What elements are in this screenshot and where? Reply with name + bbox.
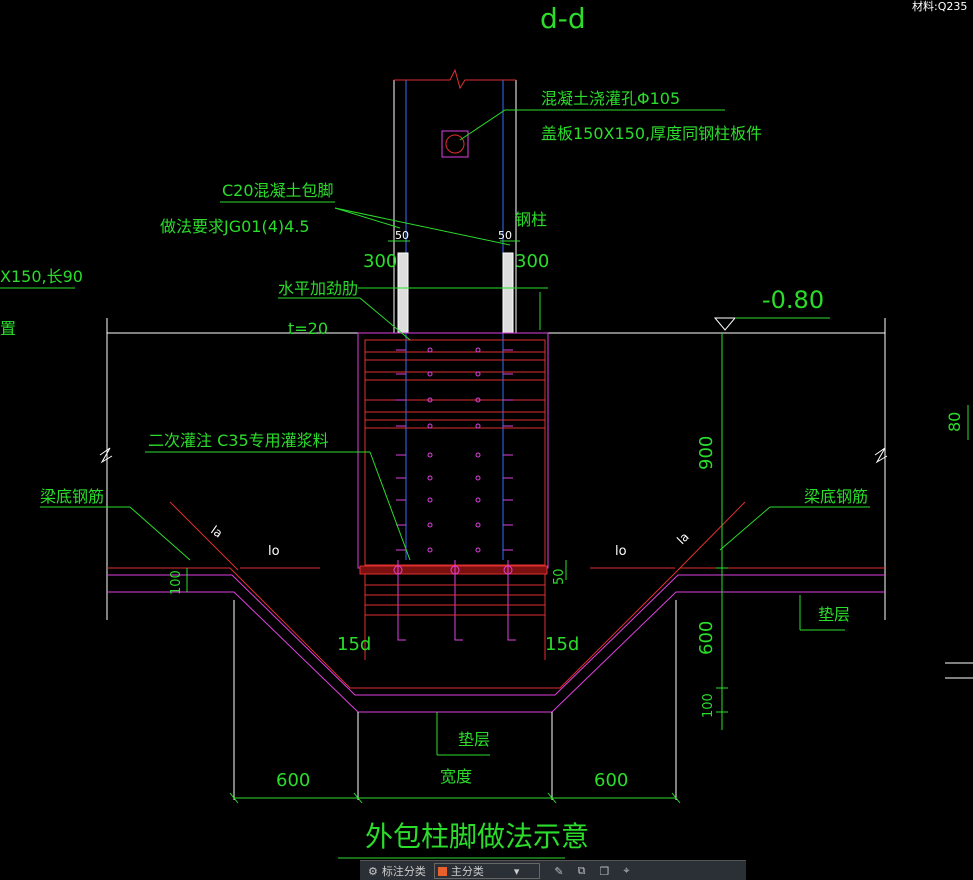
la-right-label: la	[674, 530, 691, 547]
steel-column-label: 钢柱	[515, 210, 547, 229]
edit-icon[interactable]: ✎	[554, 865, 563, 878]
elevation-label: -0.80	[762, 286, 824, 314]
section-title: d-d	[540, 2, 586, 35]
dim-300-left: 300	[363, 251, 397, 272]
color-swatch-icon	[437, 866, 447, 876]
cover-plate-label: 盖板150X150,厚度同钢柱板件	[541, 124, 762, 143]
plate-thickness-label: t=20	[288, 319, 328, 338]
dim-80-edge: 80	[945, 412, 964, 432]
anchor-15d-left-label: 15d	[337, 634, 371, 655]
bottom-toolbar: ⚙ 标注分类 主分类 ▾ ✎ ⧉ ❐ ⌖	[360, 860, 746, 880]
dim-600-right: 600	[594, 770, 628, 791]
layer-category-button[interactable]: ⚙ 标注分类	[368, 863, 426, 879]
pour-hole-label: 混凝土浇灌孔Φ105	[541, 89, 680, 108]
dim-900: 900	[696, 436, 717, 470]
beam-rebar-left-label: 梁底钢筋	[40, 487, 104, 506]
cad-canvas[interactable]: d-d 材料:Q235 混凝土浇灌孔Φ105 盖板150X150,厚度同钢柱板件…	[0, 0, 973, 880]
main-category-dropdown[interactable]: 主分类 ▾	[433, 863, 541, 879]
c20-wrap-label: C20混凝土包脚	[222, 181, 334, 200]
layers-icon: ⚙	[368, 864, 378, 878]
horizontal-stiffener-label: 水平加劲肋	[278, 279, 358, 298]
grout-label: 二次灌注 C35专用灌浆料	[148, 431, 329, 450]
cushion-bottom-label: 垫层	[458, 730, 490, 749]
dim-50-right: 50	[498, 229, 512, 242]
practice-requirement-label: 做法要求JG01(4)4.5	[160, 217, 310, 236]
dim-100-left: 100	[169, 570, 184, 595]
footing-section-drawing: d-d 材料:Q235 混凝土浇灌孔Φ105 盖板150X150,厚度同钢柱板件…	[0, 0, 973, 859]
chevron-down-icon: ▾	[513, 864, 520, 878]
material-label: 材料:Q235	[912, 0, 967, 13]
dim-100-bottom: 100	[701, 693, 716, 718]
dim-300-right: 300	[515, 251, 549, 272]
anchor-15d-right-label: 15d	[545, 634, 579, 655]
layers-stack-icon[interactable]: ❐	[599, 865, 609, 878]
copy-icon[interactable]: ⧉	[578, 864, 586, 878]
beam-rebar-right-label: 梁底钢筋	[804, 487, 868, 506]
dim-600-vertical: 600	[696, 621, 717, 655]
la-left-label: la	[208, 523, 225, 541]
dim-50-grout: 50	[552, 568, 567, 585]
lo-right-label: lo	[615, 544, 627, 559]
drawing-footer-title: 外包柱脚做法示意	[365, 820, 589, 853]
left-char-label: 置	[0, 319, 16, 338]
width-label: 宽度	[440, 767, 472, 786]
cushion-right-label: 垫层	[818, 605, 850, 624]
dim-50-left: 50	[395, 229, 409, 242]
left-size-label: X150,长90	[0, 267, 83, 286]
tool-icon[interactable]: ⌖	[623, 864, 629, 878]
dim-600-left: 600	[276, 770, 310, 791]
lo-left-label: lo	[268, 544, 280, 559]
